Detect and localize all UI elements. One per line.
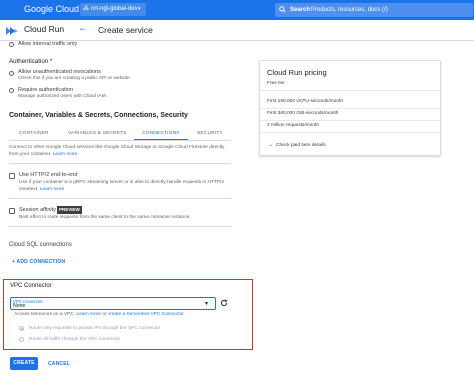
ingress-internal-label: Allow internal traffic only — [18, 41, 78, 47]
vpc-help-text: Access resources on a VPC. Learn more or… — [14, 312, 184, 317]
http2-learn-more-link[interactable]: Learn more — [40, 187, 65, 192]
project-name: nrt-ngl-global-dev — [91, 6, 138, 12]
route-private-ips-radio[interactable] — [19, 326, 24, 331]
page-title: Create service — [98, 25, 153, 35]
auth-allow-unauth-label: Allow unauthenticated invocations — [18, 69, 101, 75]
preview-badge: PREVIEW — [57, 206, 82, 214]
cancel-button[interactable]: CANCEL — [48, 361, 70, 367]
google-cloud-logo[interactable]: Google Cloud — [24, 4, 79, 14]
create-vpc-connector-link[interactable]: create a Serverless VPC Connector — [108, 312, 184, 317]
vpc-learn-more-link[interactable]: Learn more — [76, 312, 101, 317]
connections-intro: Connect to other Google Cloud services l… — [9, 145, 225, 150]
paid-tiers-link[interactable]: Check paid tiers details — [276, 143, 326, 148]
http2-label: Use HTTP/2 end-to-end — [19, 172, 78, 178]
service-header — [0, 20, 474, 41]
tab-container[interactable]: CONTAINER — [19, 131, 49, 136]
project-icon: ⁂ — [83, 6, 89, 12]
route-all-traffic-label: Route all traffic through the VPC connec… — [29, 337, 121, 342]
auth-require-desc: Manage authorized users with Cloud IAM. — [18, 94, 108, 99]
route-private-ips-label: Route only requests to private IPs throu… — [29, 326, 161, 331]
pricing-divider — [260, 132, 440, 133]
pricing-divider — [260, 108, 440, 109]
vpc-heading: VPC Connector — [10, 283, 52, 289]
tabs-divider — [9, 140, 231, 141]
back-arrow-icon[interactable]: ← — [78, 23, 88, 34]
search-placeholder: Products, resources, docs (/) — [311, 7, 388, 13]
product-title: Cloud Run — [24, 24, 65, 34]
section-divider — [9, 163, 231, 164]
search-label: Search — [290, 7, 311, 13]
pricing-title: Cloud Run pricing — [267, 68, 327, 77]
section-divider — [9, 226, 231, 227]
auth-allow-unauth-desc: Check this if you are creating a public … — [18, 76, 132, 81]
cloud-sql-label: Cloud SQL connections — [9, 242, 72, 248]
session-affinity-checkbox[interactable] — [9, 208, 15, 214]
ingress-internal-radio[interactable] — [9, 42, 14, 47]
hamburger-menu-icon[interactable] — [6, 5, 16, 15]
create-button[interactable]: CREATE — [10, 357, 38, 370]
search-bar[interactable]: Search Products, resources, docs (/) — [275, 3, 473, 17]
connections-intro-line2: from your container. Learn more — [9, 152, 78, 157]
pricing-divider — [260, 90, 440, 91]
add-connection-button[interactable]: + ADD CONNECTION — [12, 259, 65, 265]
search-icon — [279, 6, 286, 13]
pricing-item: First 180,000 vCPU-seconds/month — [267, 99, 343, 104]
http2-checkbox[interactable] — [9, 173, 15, 179]
session-affinity-label: Session affinity — [19, 207, 56, 213]
auth-require-radio[interactable] — [9, 88, 14, 93]
authentication-heading: Authentication * — [9, 58, 53, 65]
http2-desc: Use if your container is a gRPC streamin… — [19, 180, 225, 185]
route-all-traffic-radio[interactable] — [19, 337, 24, 342]
vpc-connector-select[interactable]: VPC Connector None ▾ — [10, 297, 216, 310]
auth-require-label: Require authentication — [18, 87, 74, 93]
pricing-tier: Free tier — [267, 81, 285, 86]
pricing-item: First 360,000 GiB-seconds/month — [267, 111, 339, 116]
tab-connections[interactable]: CONNECTIONS — [142, 131, 180, 136]
cloud-run-logo-icon — [6, 27, 18, 35]
http2-desc-line2: cleartext. Learn more — [19, 187, 65, 192]
pricing-item: 2 million requests/month — [267, 123, 319, 128]
tab-security[interactable]: SECURITY — [197, 131, 223, 136]
advanced-settings-heading: Container, Variables & Secrets, Connecti… — [9, 112, 188, 119]
chevron-down-icon: ▾ — [205, 301, 209, 307]
vpc-selected-value: None — [13, 303, 26, 309]
project-selector[interactable]: ⁂ nrt-ngl-global-dev ▾ — [80, 3, 146, 16]
section-divider — [9, 198, 231, 199]
chevron-down-icon: ▾ — [138, 6, 141, 12]
pricing-card: Cloud Run pricing Free tier First 180,00… — [259, 60, 441, 156]
pricing-divider — [260, 120, 440, 121]
connections-learn-more-link[interactable]: Learn more — [53, 152, 78, 157]
session-affinity-desc: Best effort to route requests from the s… — [19, 215, 191, 220]
arrow-right-icon: → — [267, 142, 273, 148]
tab-variables-secrets[interactable]: VARIABLES & SECRETS — [68, 131, 127, 136]
auth-allow-unauth-radio[interactable] — [9, 71, 14, 76]
refresh-icon[interactable] — [220, 299, 228, 307]
